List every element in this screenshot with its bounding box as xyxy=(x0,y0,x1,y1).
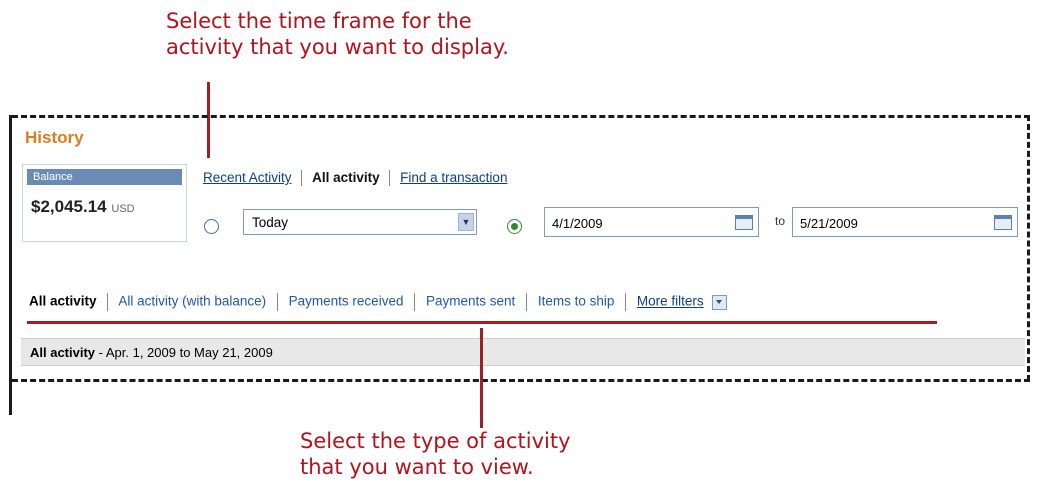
all-activity-subnav[interactable]: All activity xyxy=(312,170,380,185)
date-to-input[interactable]: 5/21/2009 xyxy=(792,207,1018,237)
date-from-input[interactable]: 4/1/2009 xyxy=(544,207,759,237)
activity-type-callout: Select the type of activity that you wan… xyxy=(300,428,571,480)
chevron-down-icon: ▼ xyxy=(458,213,474,231)
period-select[interactable]: Today ▼ xyxy=(243,209,477,235)
recent-activity-link[interactable]: Recent Activity xyxy=(203,170,292,185)
tab-payments-sent[interactable]: Payments sent xyxy=(426,294,515,309)
activity-type-callout-line-1: Select the type of activity xyxy=(300,429,571,453)
frame-bottom-border xyxy=(12,379,1030,382)
date-range-radio[interactable] xyxy=(507,219,522,234)
time-frame-callout-line-1: Select the time frame for the xyxy=(166,9,472,33)
subnav-divider xyxy=(389,170,391,187)
activity-type-pointer xyxy=(480,328,483,428)
tab-all-activity-with-balance[interactable]: All activity (with balance) xyxy=(118,294,266,309)
date-to-label: to xyxy=(775,214,786,228)
balance-box: Balance $2,045.14 USD xyxy=(22,164,187,242)
calendar-icon[interactable] xyxy=(735,215,753,230)
time-frame-callout: Select the time frame for the activity t… xyxy=(166,8,509,60)
tab-items-to-ship[interactable]: Items to ship xyxy=(538,294,615,309)
tab-divider xyxy=(276,293,278,311)
calendar-icon[interactable] xyxy=(994,215,1012,230)
activity-tabs: All activity All activity (with balance)… xyxy=(29,293,728,311)
history-subnav: Recent Activity All activity Find a tran… xyxy=(203,170,507,187)
date-from-value: 4/1/2009 xyxy=(552,216,603,231)
period-radio[interactable] xyxy=(204,219,219,234)
results-header: All activity - Apr. 1, 2009 to May 21, 2… xyxy=(21,338,1025,366)
results-date-range: - Apr. 1, 2009 to May 21, 2009 xyxy=(95,345,273,360)
balance-currency: USD xyxy=(111,203,135,215)
date-to-value: 5/21/2009 xyxy=(800,216,858,231)
subnav-divider xyxy=(301,170,303,187)
tab-divider xyxy=(526,293,528,311)
tabs-highlight-underline xyxy=(27,321,937,324)
activity-type-callout-line-2: that you want to view. xyxy=(300,455,534,479)
find-transaction-link[interactable]: Find a transaction xyxy=(400,170,507,185)
chevron-down-icon[interactable] xyxy=(712,294,728,310)
balance-label: Balance xyxy=(27,169,182,185)
frame-left-border xyxy=(9,115,12,415)
tab-divider xyxy=(107,293,109,311)
tab-payments-received[interactable]: Payments received xyxy=(289,294,404,309)
balance-amount: $2,045.14 xyxy=(31,197,107,216)
frame-right-border xyxy=(1027,115,1030,381)
period-select-value: Today xyxy=(252,215,289,230)
history-panel: History Balance $2,045.14 USD Recent Act… xyxy=(15,118,1025,376)
tab-divider xyxy=(414,293,416,311)
balance-amount-row: $2,045.14 USD xyxy=(31,197,186,217)
tab-all-activity[interactable]: All activity xyxy=(29,294,97,309)
more-filters-link[interactable]: More filters xyxy=(637,294,704,309)
results-label: All activity xyxy=(30,345,96,360)
tab-divider xyxy=(625,293,627,311)
page-title: History xyxy=(25,128,84,147)
time-frame-callout-line-2: activity that you want to display. xyxy=(166,35,509,59)
